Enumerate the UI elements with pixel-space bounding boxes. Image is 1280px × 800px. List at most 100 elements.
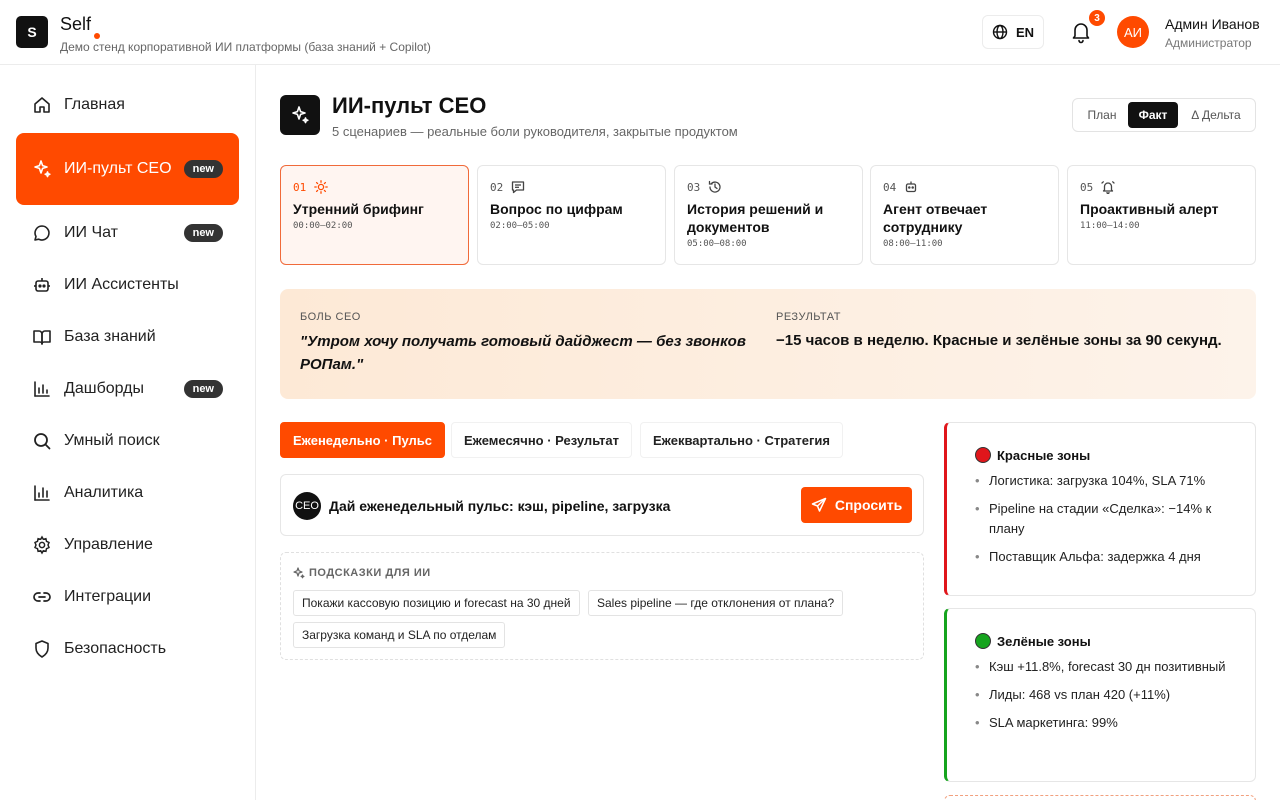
page-subtitle: 5 сценариев — реальные боли руководителя… [332, 124, 738, 139]
gear-icon [32, 535, 52, 555]
hints-title-text: ПОДСКАЗКИ ДЛЯ ИИ [309, 567, 431, 579]
sparkle-icon [293, 567, 305, 579]
ask-query-text[interactable]: Дай еженедельный пульс: кэш, pipeline, з… [329, 498, 670, 514]
bot-icon [906, 181, 917, 193]
scenario-number: 04 [883, 180, 897, 194]
top-header: S Self Демо стенд корпоративной ИИ платф… [0, 0, 1280, 65]
hints-title: ПОДСКАЗКИ ДЛЯ ИИ [293, 567, 431, 579]
bell-alert-icon [1101, 181, 1115, 194]
brand-dot [94, 33, 100, 39]
user-name[interactable]: Админ Иванов [1165, 16, 1260, 32]
scenario-card-1[interactable]: 01 Утренний брифинг 00:00–02:00 [280, 165, 469, 265]
toggle-plan[interactable]: План [1076, 102, 1128, 128]
history-icon [709, 180, 721, 193]
hint-chip[interactable]: Загрузка команд и SLA по отделам [293, 622, 506, 648]
sidebar-item-label: Безопасность [64, 640, 167, 657]
scenario-card-3[interactable]: 03 История решений и документов 05:00–08… [674, 165, 863, 265]
scenario-number: 02 [490, 180, 504, 194]
language-label: EN [1015, 24, 1035, 40]
sparkle-icon [32, 159, 52, 179]
sidebar-item-ceo-console[interactable]: ИИ-пульт CEO new [16, 133, 239, 205]
red-zones-card: Красные зоны Логистика: загрузка 104%, S… [944, 422, 1256, 596]
book-icon [32, 327, 52, 347]
ask-button-label: Спросить [834, 497, 903, 513]
globe-icon [992, 24, 1008, 40]
scenario-time: 11:00–14:00 [1080, 221, 1140, 231]
hint-chip[interactable]: Покажи кассовую позицию и forecast на 30… [293, 590, 580, 616]
scenario-name: Вопрос по цифрам [490, 201, 623, 217]
sidebar-item-label: База знаний [64, 328, 156, 345]
sidebar-item-dashboards[interactable]: Дашборды new [16, 365, 239, 413]
page-title: ИИ-пульт CEO [332, 93, 487, 118]
chart-icon [32, 379, 52, 399]
scenario-number: 01 [293, 180, 307, 194]
scenario-number: 03 [687, 180, 701, 194]
bot-icon [32, 275, 52, 295]
sidebar-item-management[interactable]: Управление [16, 521, 239, 569]
pain-label: БОЛЬ CEO [300, 311, 361, 323]
new-badge: new [183, 160, 223, 178]
toggle-delta[interactable]: Δ Дельта [1178, 102, 1254, 128]
sun-icon [314, 180, 329, 194]
red-zones-title: Красные зоны [997, 447, 1091, 463]
green-zones-title: Зелёные зоны [997, 633, 1091, 649]
sidebar-item-security[interactable]: Безопасность [16, 625, 239, 673]
sidebar-item-knowledge-base[interactable]: База знаний [16, 313, 239, 361]
next-zone-card-partial [944, 795, 1256, 800]
brand-name: Self [60, 14, 92, 34]
sidebar-item-home[interactable]: Главная [16, 81, 239, 129]
brand-subtitle: Демо стенд корпоративной ИИ платформы (б… [60, 40, 431, 54]
sidebar-item-label: ИИ Чат [64, 224, 118, 241]
logo[interactable]: S [16, 16, 48, 48]
result-label: РЕЗУЛЬТАТ [776, 311, 841, 323]
pain-result-panel: БОЛЬ CEO "Утром хочу получать готовый да… [280, 289, 1256, 399]
scenario-card-4[interactable]: 04 Агент отвечает сотруднику 08:00–11:00 [870, 165, 1059, 265]
toggle-fact[interactable]: Факт [1128, 102, 1178, 128]
sidebar-item-label: Главная [64, 96, 125, 113]
scenario-card-5[interactable]: 05 Проактивный алерт 11:00–14:00 [1067, 165, 1256, 265]
scenario-time: 05:00–08:00 [687, 239, 747, 249]
tab-quarterly-strategy[interactable]: Ежеквартально · Стратегия [640, 422, 843, 458]
title-sparkle-icon [280, 95, 320, 135]
tab-weekly-pulse[interactable]: Еженедельно · Пульс [280, 422, 445, 458]
scenario-number: 05 [1080, 180, 1094, 194]
sidebar-item-integrations[interactable]: Интеграции [16, 573, 239, 621]
green-zones-list: Кэш +11.8%, forecast 30 дн позитивный Ли… [975, 657, 1235, 733]
user-role: Администратор [1165, 36, 1252, 50]
scenario-time: 00:00–02:00 [293, 221, 353, 231]
red-dot-icon [975, 447, 991, 463]
new-badge: new [183, 224, 223, 242]
list-item: Кэш +11.8%, forecast 30 дн позитивный [975, 657, 1235, 677]
list-item: Поставщик Альфа: задержка 4 дня [975, 547, 1235, 567]
scenario-name: Агент отвечает сотруднику [883, 201, 988, 235]
hint-chip[interactable]: Sales pipeline — где отклонения от плана… [588, 590, 844, 616]
scenario-name: История решений и документов [687, 201, 824, 235]
sidebar-item-ai-chat[interactable]: ИИ Чат new [16, 209, 239, 257]
bell-icon[interactable] [1070, 20, 1092, 44]
ai-hints-panel: ПОДСКАЗКИ ДЛЯ ИИ Покажи кассовую позицию… [280, 552, 924, 660]
ask-button[interactable]: Спросить [801, 487, 912, 523]
chat-icon [32, 223, 52, 243]
tab-monthly-result[interactable]: Ежемесячно · Результат [451, 422, 633, 458]
sidebar-item-analytics[interactable]: Аналитика [16, 469, 239, 517]
shield-icon [32, 639, 52, 659]
green-zones-card: Зелёные зоны Кэш +11.8%, forecast 30 дн … [944, 608, 1256, 782]
list-item: Pipeline на стадии «Сделка»: −14% к план… [975, 499, 1235, 539]
send-icon [811, 497, 827, 512]
scenario-name: Утренний брифинг [293, 201, 424, 217]
sidebar-item-label: Интеграции [64, 588, 152, 605]
sidebar-item-label: ИИ-пульт CEO [64, 160, 172, 177]
scenario-card-2[interactable]: 02 Вопрос по цифрам 02:00–05:00 [477, 165, 666, 265]
sidebar: Главная ИИ-пульт CEO new ИИ Чат new ИИ А… [0, 65, 256, 800]
list-item: Логистика: загрузка 104%, SLA 71% [975, 471, 1235, 491]
plan-fact-toggle: План Факт Δ Дельта [1072, 98, 1256, 132]
red-zones-list: Логистика: загрузка 104%, SLA 71% Pipeli… [975, 471, 1235, 567]
language-button[interactable]: EN [982, 15, 1044, 49]
result-text: −15 часов в неделю. Красные и зелёные зо… [776, 332, 1222, 349]
sidebar-item-label: Умный поиск [64, 432, 160, 449]
sidebar-item-ai-assistants[interactable]: ИИ Ассистенты [16, 261, 239, 309]
search-icon [32, 431, 52, 451]
list-item: SLA маркетинга: 99% [975, 713, 1235, 733]
avatar[interactable]: АИ [1117, 16, 1149, 48]
sidebar-item-smart-search[interactable]: Умный поиск [16, 417, 239, 465]
